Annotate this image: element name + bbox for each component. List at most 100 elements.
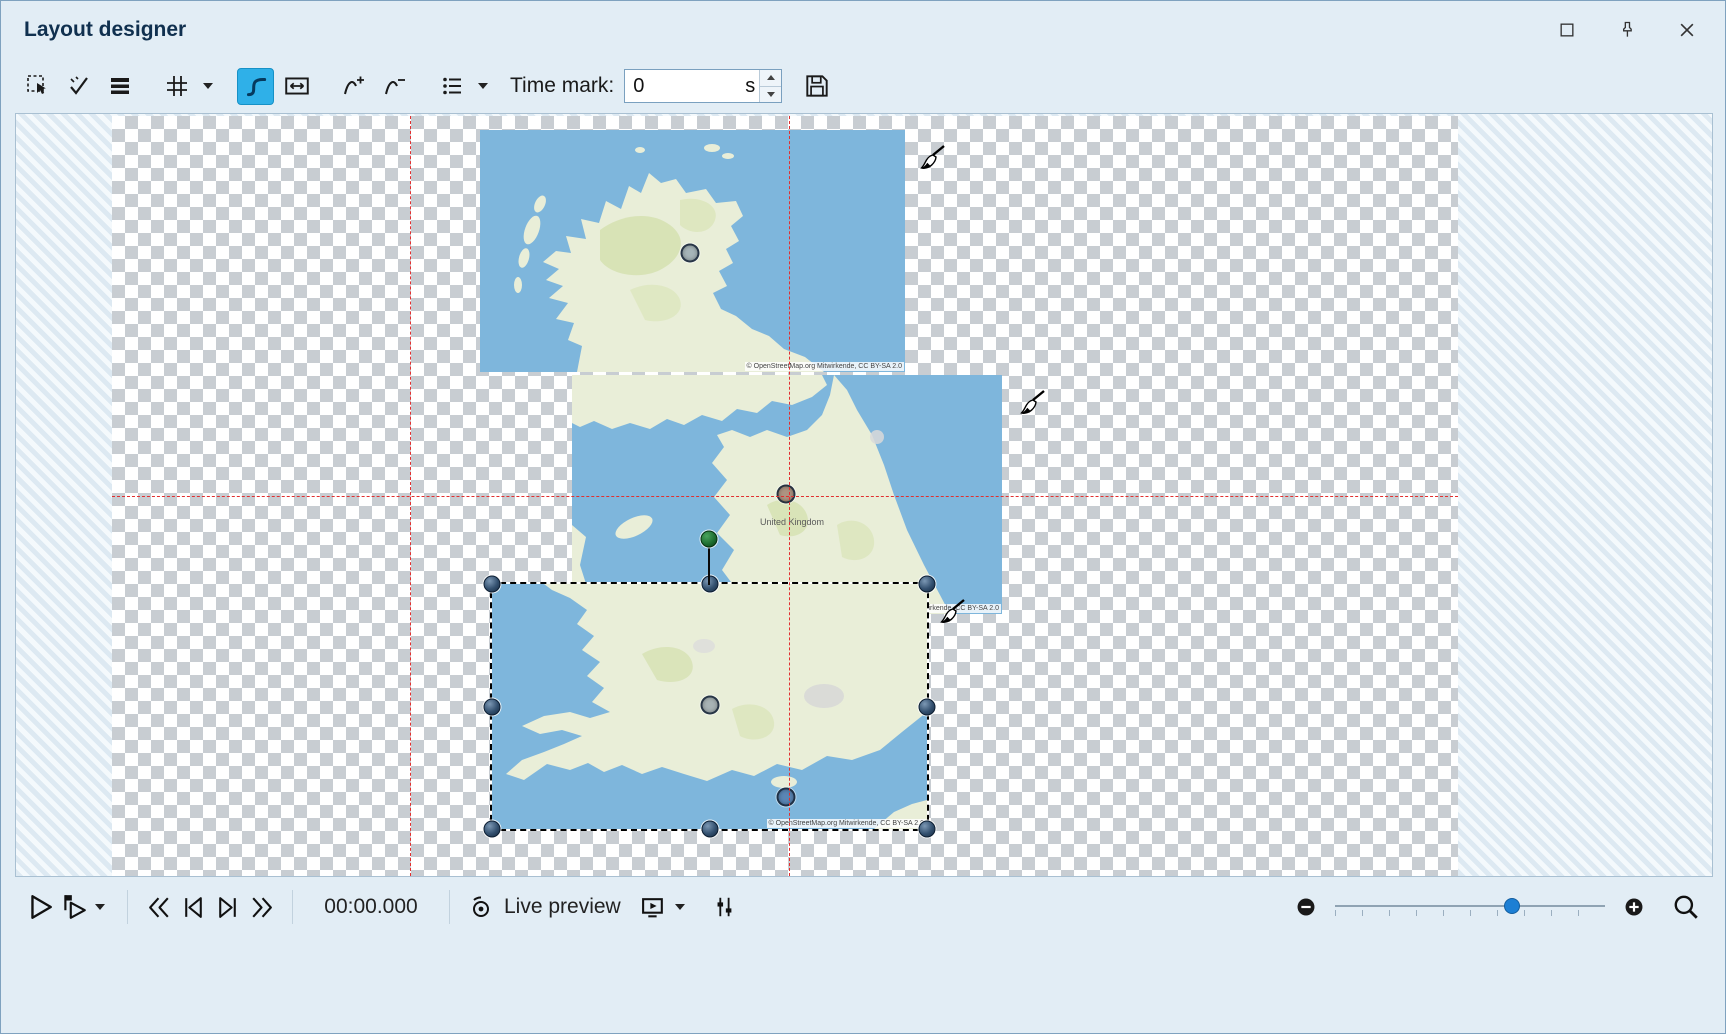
zoom-fit-button[interactable] (1669, 890, 1703, 924)
step-forward-button[interactable] (210, 890, 244, 924)
zoom-out-icon (1295, 896, 1317, 918)
play-options-dropdown-button[interactable] (91, 889, 109, 926)
live-preview-label: Live preview (504, 895, 621, 919)
image-section-icon (283, 72, 311, 100)
spinner-up-button[interactable] (760, 70, 781, 87)
chevron-down-icon (674, 903, 686, 911)
pin-icon (1617, 20, 1637, 40)
motion-path-icon (242, 72, 270, 100)
resize-handle-bottom-left[interactable] (484, 821, 501, 838)
chevron-down-icon (477, 82, 489, 90)
toolbar: Time mark: s (1, 59, 1725, 113)
curve-minus-icon (382, 73, 408, 99)
save-icon (803, 72, 831, 100)
motion-path-line (708, 541, 710, 585)
chevron-down-icon (94, 903, 106, 911)
resize-handle-middle-left[interactable] (484, 698, 501, 715)
select-tool-button[interactable] (19, 68, 56, 105)
path-points-tool-button[interactable] (60, 68, 97, 105)
motion-path-waypoint[interactable] (777, 788, 796, 807)
select-tool-icon (25, 73, 51, 99)
canvas-zoom-slider[interactable] (1335, 892, 1605, 922)
map-attribution: © OpenStreetMap.org Mitwirkende, CC BY-S… (767, 819, 926, 828)
live-preview-icon (468, 894, 494, 920)
brush-cursor-icon (917, 145, 945, 173)
brush-cursor-icon (1017, 390, 1045, 418)
skip-to-end-button[interactable] (244, 890, 278, 924)
time-mark-input[interactable] (625, 70, 745, 102)
titlebar: Layout designer (1, 1, 1725, 59)
layout-designer-window: Layout designer (0, 0, 1726, 1034)
map-label-united-kingdom: United Kingdom (760, 517, 824, 527)
time-display: 00:00.000 (315, 895, 427, 919)
close-icon (1677, 20, 1697, 40)
path-list-tool-button[interactable] (433, 68, 470, 105)
motion-path-waypoint[interactable] (777, 485, 796, 504)
skip-start-icon (146, 894, 173, 921)
path-points-tool-icon (66, 73, 92, 99)
play-icon (26, 893, 54, 921)
play-button[interactable] (23, 890, 57, 924)
spinner-down-button[interactable] (760, 87, 781, 103)
preview-screen-button[interactable] (637, 890, 671, 924)
layout-canvas[interactable]: © OpenStreetMap.org Mitwirkende, CC BY-S… (15, 113, 1713, 877)
curve-plus-icon (341, 73, 367, 99)
resize-handle-top-right[interactable] (919, 576, 936, 593)
step-back-icon (180, 894, 207, 921)
maximize-button[interactable] (1553, 16, 1581, 44)
play-from-marker-icon (60, 893, 88, 921)
curve-plus-tool-button[interactable] (335, 68, 372, 105)
step-forward-icon (214, 894, 241, 921)
play-from-marker-button[interactable] (57, 890, 91, 924)
chevron-down-icon (202, 82, 214, 90)
slider-ticks (1335, 910, 1605, 916)
path-list-dropdown-button[interactable] (474, 68, 492, 105)
mixer-button[interactable] (707, 890, 741, 924)
time-mark-unit: s (745, 75, 755, 98)
motion-path-waypoint[interactable] (681, 244, 700, 263)
preview-screen-icon (640, 894, 667, 921)
curve-minus-tool-button[interactable] (376, 68, 413, 105)
chevron-up-icon (767, 75, 775, 81)
map-attribution: © OpenStreetMap.org Mitwirkende, CC BY-S… (745, 362, 904, 371)
slider-thumb[interactable] (1504, 898, 1520, 914)
zoom-in-button[interactable] (1617, 890, 1651, 924)
brush-cursor-icon (937, 599, 965, 627)
skip-to-start-button[interactable] (142, 890, 176, 924)
motion-path-tool-button[interactable] (237, 68, 274, 105)
preview-screen-dropdown-button[interactable] (671, 889, 689, 926)
time-mark-field: s (624, 69, 782, 103)
pin-button[interactable] (1613, 16, 1641, 44)
window-title: Layout designer (24, 18, 186, 42)
slider-track (1335, 905, 1605, 907)
zoom-in-icon (1623, 896, 1645, 918)
alignment-tool-button[interactable] (101, 68, 138, 105)
resize-handle-bottom-right[interactable] (919, 821, 936, 838)
separator (292, 890, 293, 924)
path-list-icon (439, 73, 465, 99)
magnifier-icon (1672, 893, 1700, 921)
save-button[interactable] (798, 68, 835, 105)
live-preview-toggle[interactable] (464, 890, 498, 924)
window-controls (1553, 16, 1711, 44)
close-button[interactable] (1673, 16, 1701, 44)
time-mark-label: Time mark: (510, 74, 614, 98)
grid-dropdown-button[interactable] (199, 68, 217, 105)
separator (449, 890, 450, 924)
zoom-out-button[interactable] (1289, 890, 1323, 924)
grid-tool-button[interactable] (158, 68, 195, 105)
time-mark-spinner (759, 70, 781, 102)
motion-path-start-handle[interactable] (701, 531, 718, 548)
image-section-tool-button[interactable] (278, 68, 315, 105)
resize-handle-top-left[interactable] (484, 576, 501, 593)
transport-bar: 00:00.000 Live preview (1, 879, 1725, 935)
guide-horizontal-center (112, 496, 1458, 497)
grid-icon (164, 73, 190, 99)
step-back-button[interactable] (176, 890, 210, 924)
alignment-tool-icon (107, 73, 133, 99)
zoom-cluster (1289, 890, 1703, 924)
separator (127, 890, 128, 924)
resize-handle-middle-right[interactable] (919, 698, 936, 715)
resize-handle-bottom-center[interactable] (701, 821, 718, 838)
motion-path-waypoint[interactable] (701, 696, 720, 715)
